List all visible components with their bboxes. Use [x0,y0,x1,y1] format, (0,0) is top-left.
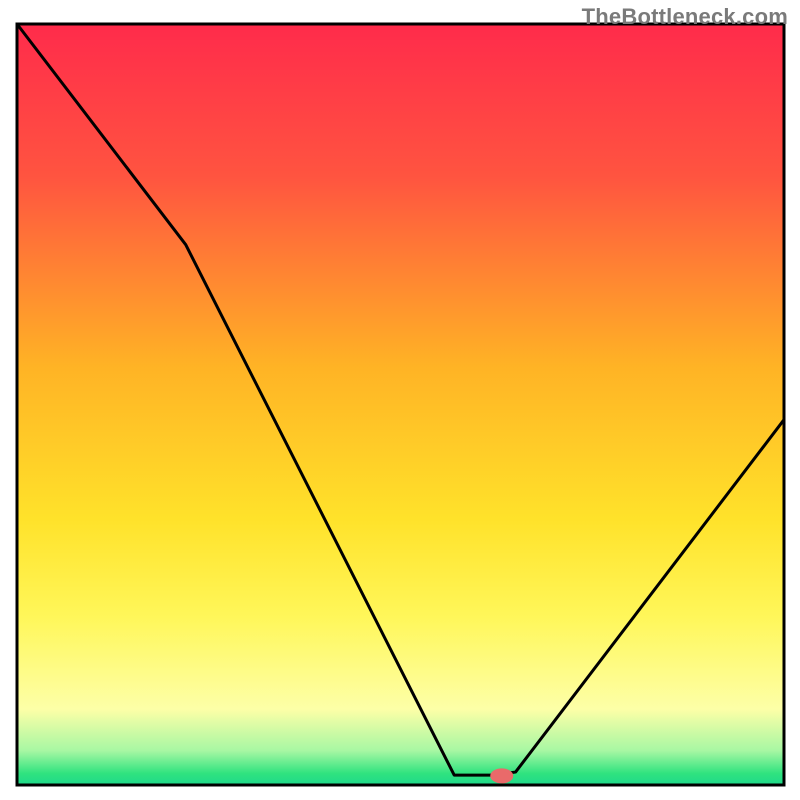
optimal-marker [491,769,513,783]
chart-canvas [0,0,800,800]
watermark-text: TheBottleneck.com [582,4,788,30]
bottleneck-chart: TheBottleneck.com [0,0,800,800]
